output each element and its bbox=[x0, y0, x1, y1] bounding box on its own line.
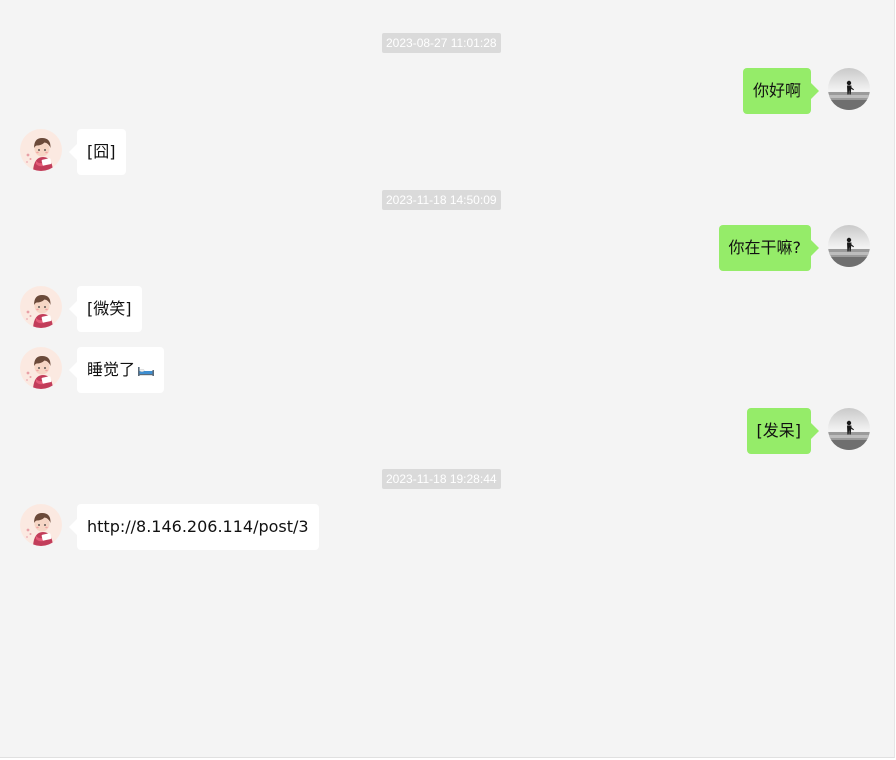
message-bubble-received[interactable]: 睡觉了 bbox=[68, 347, 165, 393]
message-bubble-received[interactable]: [微笑] bbox=[69, 286, 142, 332]
timestamp: 2023-11-18 19:28:44 bbox=[382, 469, 501, 489]
contact-avatar[interactable] bbox=[20, 286, 62, 328]
message-bubble-link[interactable]: http://8.146.206.114/post/3 bbox=[69, 504, 319, 550]
my-avatar[interactable] bbox=[828, 68, 870, 110]
chat-panel: 2023-08-27 11:01:28 你好啊 [囧] 2023-11-18 1… bbox=[0, 0, 895, 758]
message-text: 睡觉了 bbox=[87, 360, 136, 379]
bed-emoji-icon bbox=[138, 367, 155, 376]
my-avatar[interactable] bbox=[828, 408, 870, 450]
my-avatar[interactable] bbox=[828, 225, 870, 267]
timestamp: 2023-11-18 14:50:09 bbox=[382, 190, 501, 210]
contact-avatar[interactable] bbox=[20, 504, 62, 546]
message-bubble-sent[interactable]: 你好啊 bbox=[742, 68, 820, 114]
message-bubble-sent[interactable]: 你在干嘛? bbox=[718, 225, 819, 271]
message-bubble-sent[interactable]: [发呆] bbox=[746, 408, 819, 454]
message-bubble-received[interactable]: [囧] bbox=[69, 129, 126, 175]
contact-avatar[interactable] bbox=[20, 129, 62, 171]
timestamp: 2023-08-27 11:01:28 bbox=[382, 33, 501, 53]
contact-avatar[interactable] bbox=[20, 347, 62, 389]
